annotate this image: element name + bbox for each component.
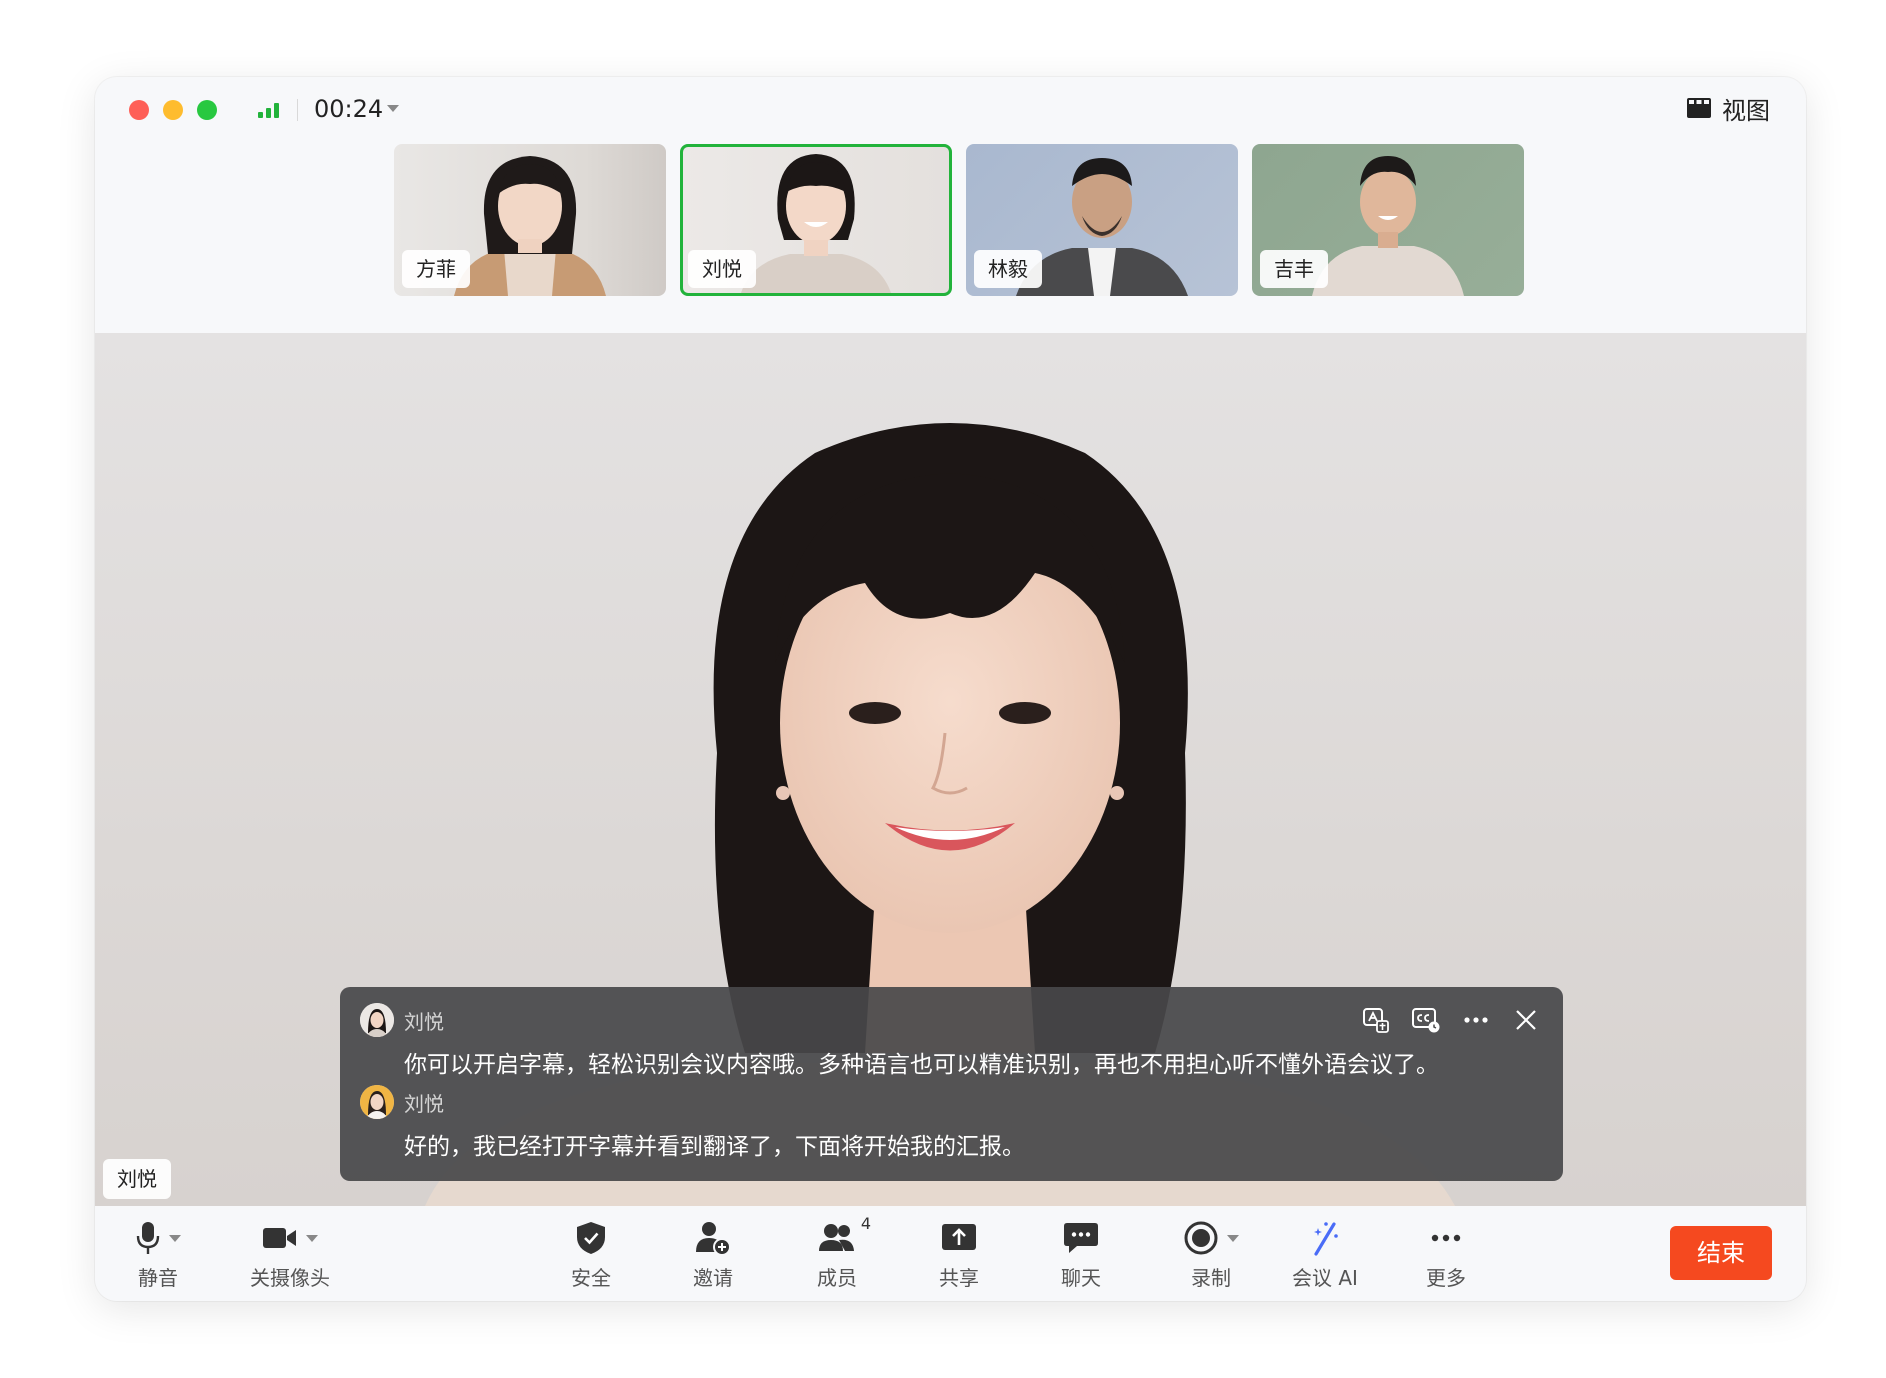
title-bar: 00:24 视图 bbox=[95, 77, 1806, 137]
participant-name: 刘悦 bbox=[688, 250, 756, 288]
chat-label: 聊天 bbox=[1061, 1266, 1101, 1290]
more-label: 更多 bbox=[1426, 1266, 1466, 1290]
users-icon bbox=[819, 1224, 854, 1251]
security-label: 安全 bbox=[571, 1266, 611, 1290]
subtitle-header: 刘悦 bbox=[360, 1085, 444, 1119]
avatar bbox=[360, 1085, 394, 1119]
more-button[interactable]: 更多 bbox=[1426, 1218, 1466, 1291]
participant-tile[interactable]: 方菲 bbox=[394, 144, 666, 296]
participant-name: 方菲 bbox=[402, 250, 470, 288]
share-screen-icon bbox=[942, 1224, 976, 1250]
subtitle-speaker: 刘悦 bbox=[404, 1091, 444, 1116]
translate-button[interactable] bbox=[1361, 1005, 1391, 1035]
record-icon bbox=[1184, 1221, 1218, 1255]
close-icon bbox=[1516, 1010, 1536, 1030]
participant-strip: 方菲 刘悦 林毅 吉丰 bbox=[95, 137, 1806, 379]
maximize-window-button[interactable] bbox=[197, 100, 217, 120]
chat-button[interactable]: 聊天 bbox=[1061, 1218, 1101, 1291]
closed-caption-icon bbox=[1412, 1008, 1440, 1033]
subtitles-panel: 刘悦 你可以开启字幕，轻松识别会议内容哦。多种语言也可以精准识别，再也不用担心听… bbox=[340, 987, 1563, 1181]
mute-button[interactable]: 静音 bbox=[135, 1218, 181, 1291]
divider bbox=[297, 99, 298, 121]
invite-button[interactable]: 邀请 bbox=[693, 1218, 733, 1291]
view-label: 视图 bbox=[1722, 96, 1770, 125]
more-icon bbox=[1464, 1017, 1488, 1023]
bottom-toolbar: 静音 关摄像头 安全 邀请 4 成员 共享 聊天 录制 会议 AI 更多 结束 bbox=[95, 1206, 1806, 1301]
members-label: 成员 bbox=[817, 1266, 857, 1290]
participant-tile[interactable]: 林毅 bbox=[966, 144, 1238, 296]
chat-icon bbox=[1064, 1223, 1098, 1253]
share-button[interactable]: 共享 bbox=[939, 1218, 979, 1291]
signal-strength-icon[interactable] bbox=[258, 102, 282, 118]
subtitle-text: 你可以开启字幕，轻松识别会议内容哦。多种语言也可以精准识别，再也不用担心听不懂外… bbox=[404, 1052, 1439, 1078]
subtitles-toolbar bbox=[1361, 1005, 1541, 1035]
end-meeting-button[interactable]: 结束 bbox=[1670, 1226, 1772, 1280]
meeting-window: 00:24 视图 方菲 刘悦 林毅 吉丰 刘悦 刘悦 你可以开启字幕，轻松识别会… bbox=[95, 77, 1806, 1301]
avatar bbox=[360, 1003, 394, 1037]
close-subtitles-button[interactable] bbox=[1511, 1005, 1541, 1035]
subtitle-header: 刘悦 bbox=[360, 1003, 444, 1037]
shield-icon bbox=[577, 1222, 605, 1254]
participant-name: 林毅 bbox=[974, 250, 1042, 288]
meeting-ai-label: 会议 AI bbox=[1292, 1266, 1358, 1290]
camera-label: 关摄像头 bbox=[250, 1266, 330, 1290]
more-options-button[interactable] bbox=[1461, 1005, 1491, 1035]
add-user-icon bbox=[696, 1222, 731, 1256]
close-window-button[interactable] bbox=[129, 100, 149, 120]
participant-tile-active[interactable]: 刘悦 bbox=[680, 144, 952, 296]
chevron-down-icon[interactable] bbox=[169, 1234, 181, 1242]
chevron-down-icon[interactable] bbox=[306, 1234, 318, 1242]
chevron-down-icon[interactable] bbox=[387, 105, 399, 112]
translate-icon bbox=[1363, 1008, 1389, 1033]
participant-name: 吉丰 bbox=[1260, 250, 1328, 288]
more-icon bbox=[1431, 1234, 1461, 1242]
view-button[interactable]: 视图 bbox=[1686, 93, 1770, 125]
video-camera-icon bbox=[263, 1228, 296, 1248]
ai-sparkle-icon bbox=[1313, 1222, 1338, 1256]
members-count-badge: 4 bbox=[860, 1214, 871, 1233]
grid-view-icon bbox=[1687, 98, 1711, 118]
microphone-icon bbox=[136, 1222, 160, 1254]
meeting-ai-button[interactable]: 会议 AI bbox=[1292, 1218, 1358, 1291]
subtitle-text: 好的，我已经打开字幕并看到翻译了，下面将开始我的汇报。 bbox=[404, 1134, 1025, 1160]
members-button[interactable]: 4 成员 bbox=[817, 1214, 871, 1291]
record-label: 录制 bbox=[1191, 1266, 1231, 1290]
security-button[interactable]: 安全 bbox=[571, 1218, 611, 1291]
participant-tile[interactable]: 吉丰 bbox=[1252, 144, 1524, 296]
caption-settings-button[interactable] bbox=[1411, 1005, 1441, 1035]
minimize-window-button[interactable] bbox=[163, 100, 183, 120]
speaker-name-tag: 刘悦 bbox=[103, 1159, 171, 1199]
chevron-down-icon[interactable] bbox=[1227, 1234, 1239, 1242]
record-button[interactable]: 录制 bbox=[1183, 1218, 1239, 1291]
subtitle-speaker: 刘悦 bbox=[404, 1009, 444, 1034]
share-label: 共享 bbox=[939, 1266, 979, 1290]
meeting-timer[interactable]: 00:24 bbox=[314, 95, 383, 123]
camera-button[interactable]: 关摄像头 bbox=[250, 1218, 330, 1291]
mute-label: 静音 bbox=[138, 1266, 178, 1290]
invite-label: 邀请 bbox=[693, 1266, 733, 1290]
